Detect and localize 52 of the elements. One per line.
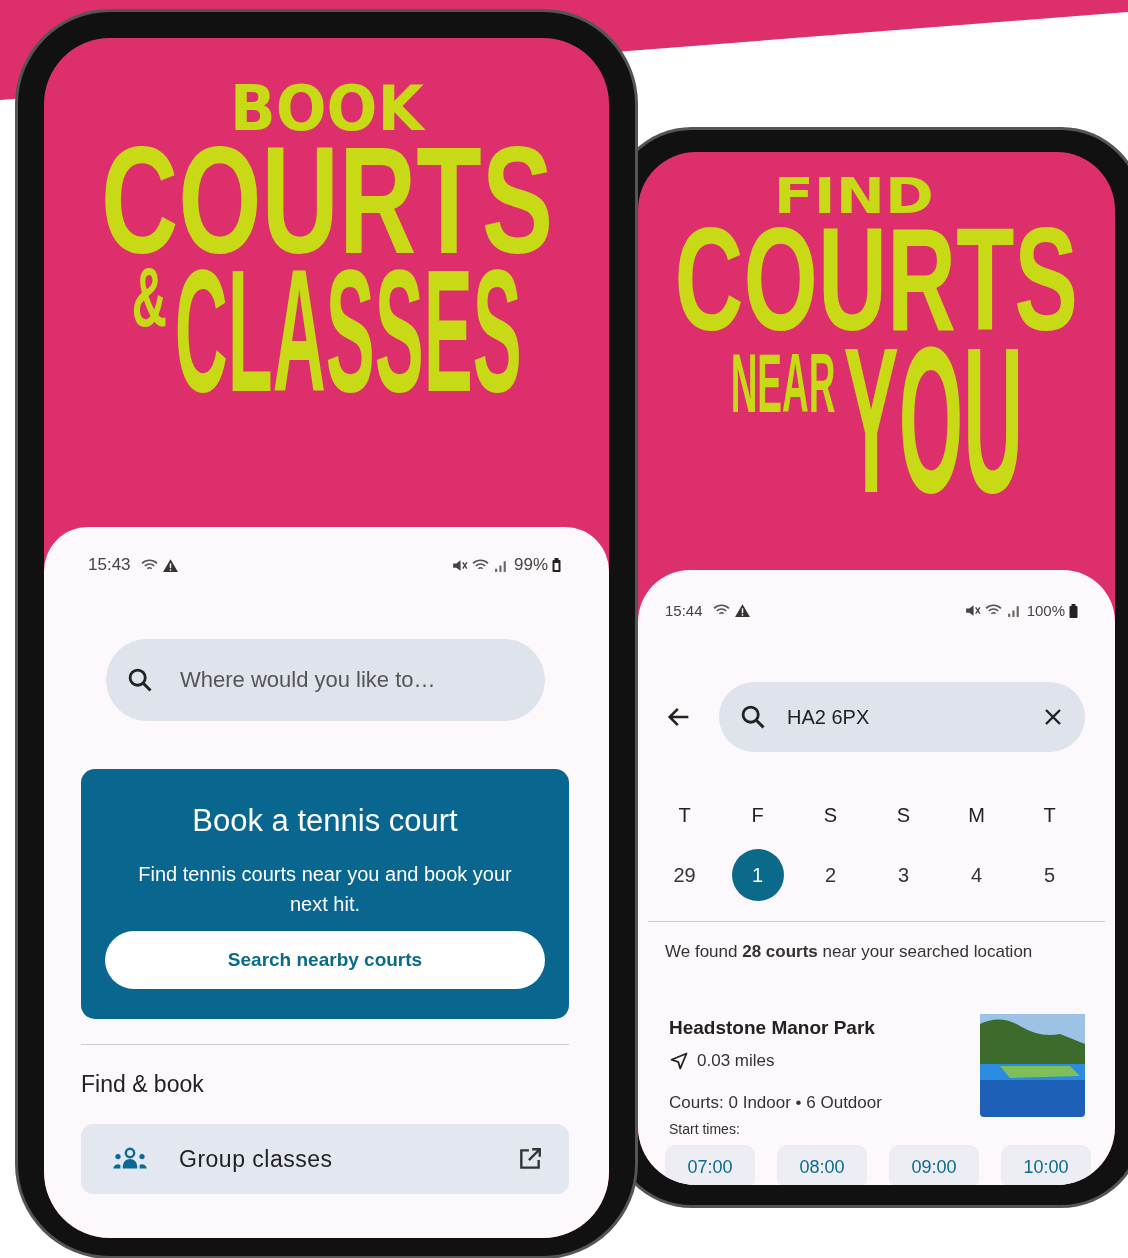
- date-option[interactable]: 5: [1023, 849, 1076, 901]
- weekday-label: T: [678, 804, 691, 827]
- battery-level-text: 99%: [513, 555, 548, 575]
- search-query-text: HA2 6PX: [787, 705, 870, 729]
- list-item[interactable]: Group classes: [81, 1124, 569, 1194]
- headline-text: COURTS: [100, 142, 553, 256]
- weekday-label: S: [823, 804, 838, 827]
- court-count-text: Courts: 0 Indoor • 6 Outdoor: [669, 1093, 883, 1113]
- status-time: 15:43: [88, 555, 131, 575]
- warning-icon: [733, 603, 751, 618]
- headline-text: CLASSES: [174, 265, 522, 396]
- results-summary: We found 28 courts near your searched location: [665, 942, 1034, 962]
- status-time: 15:44: [665, 602, 703, 619]
- weekday-label: M: [968, 804, 985, 827]
- battery-icon: [552, 558, 561, 572]
- search-placeholder-text: Where would you like to…: [180, 667, 436, 693]
- date-option[interactable]: 3: [877, 849, 930, 901]
- date-option[interactable]: 4: [950, 849, 1003, 901]
- date-option[interactable]: 1: [731, 849, 784, 901]
- start-time-button[interactable]: 07:00: [665, 1145, 755, 1185]
- weekday-label: T: [1043, 804, 1056, 827]
- headline-text: &: [131, 265, 167, 328]
- weekday-label: F: [751, 804, 764, 827]
- battery-level-text: 100%: [1026, 602, 1065, 619]
- date-option[interactable]: 2: [804, 849, 857, 901]
- start-time-button[interactable]: 10:00: [1001, 1145, 1091, 1185]
- search-icon: [739, 703, 767, 731]
- start-times-label: Start times:: [669, 1121, 741, 1137]
- court-name: Headstone Manor Park: [669, 1017, 876, 1039]
- start-time-button[interactable]: 08:00: [777, 1145, 867, 1185]
- card-title: Book a tennis court: [192, 803, 458, 839]
- distance-text: 0.03 miles: [697, 1051, 775, 1071]
- section-heading: Find & book: [81, 1071, 205, 1098]
- search-nearby-button[interactable]: Search nearby courts: [105, 931, 545, 989]
- headline-text: FIND: [773, 179, 934, 216]
- weekday-label: S: [896, 804, 911, 827]
- battery-icon: [1069, 603, 1078, 618]
- warning-icon: [161, 557, 179, 573]
- navigation-arrow-icon: [669, 1051, 689, 1071]
- search-field[interactable]: Where would you like to…: [106, 639, 545, 721]
- start-time-button[interactable]: 09:00: [889, 1145, 979, 1185]
- headline-text: NEAR: [730, 352, 836, 415]
- search-field[interactable]: HA2 6PX: [719, 682, 1085, 752]
- search-icon: [126, 666, 154, 694]
- card-description: Find tennis courts near you and book your next hit.: [137, 862, 513, 917]
- headline-text: YOU: [843, 344, 1023, 498]
- mute-icon: [450, 557, 468, 573]
- external-link-icon: [517, 1146, 543, 1172]
- headline-text: COURTS: [674, 225, 1079, 334]
- date-option[interactable]: 29: [658, 849, 711, 901]
- people-icon: [111, 1147, 149, 1171]
- mute-icon: [963, 603, 981, 618]
